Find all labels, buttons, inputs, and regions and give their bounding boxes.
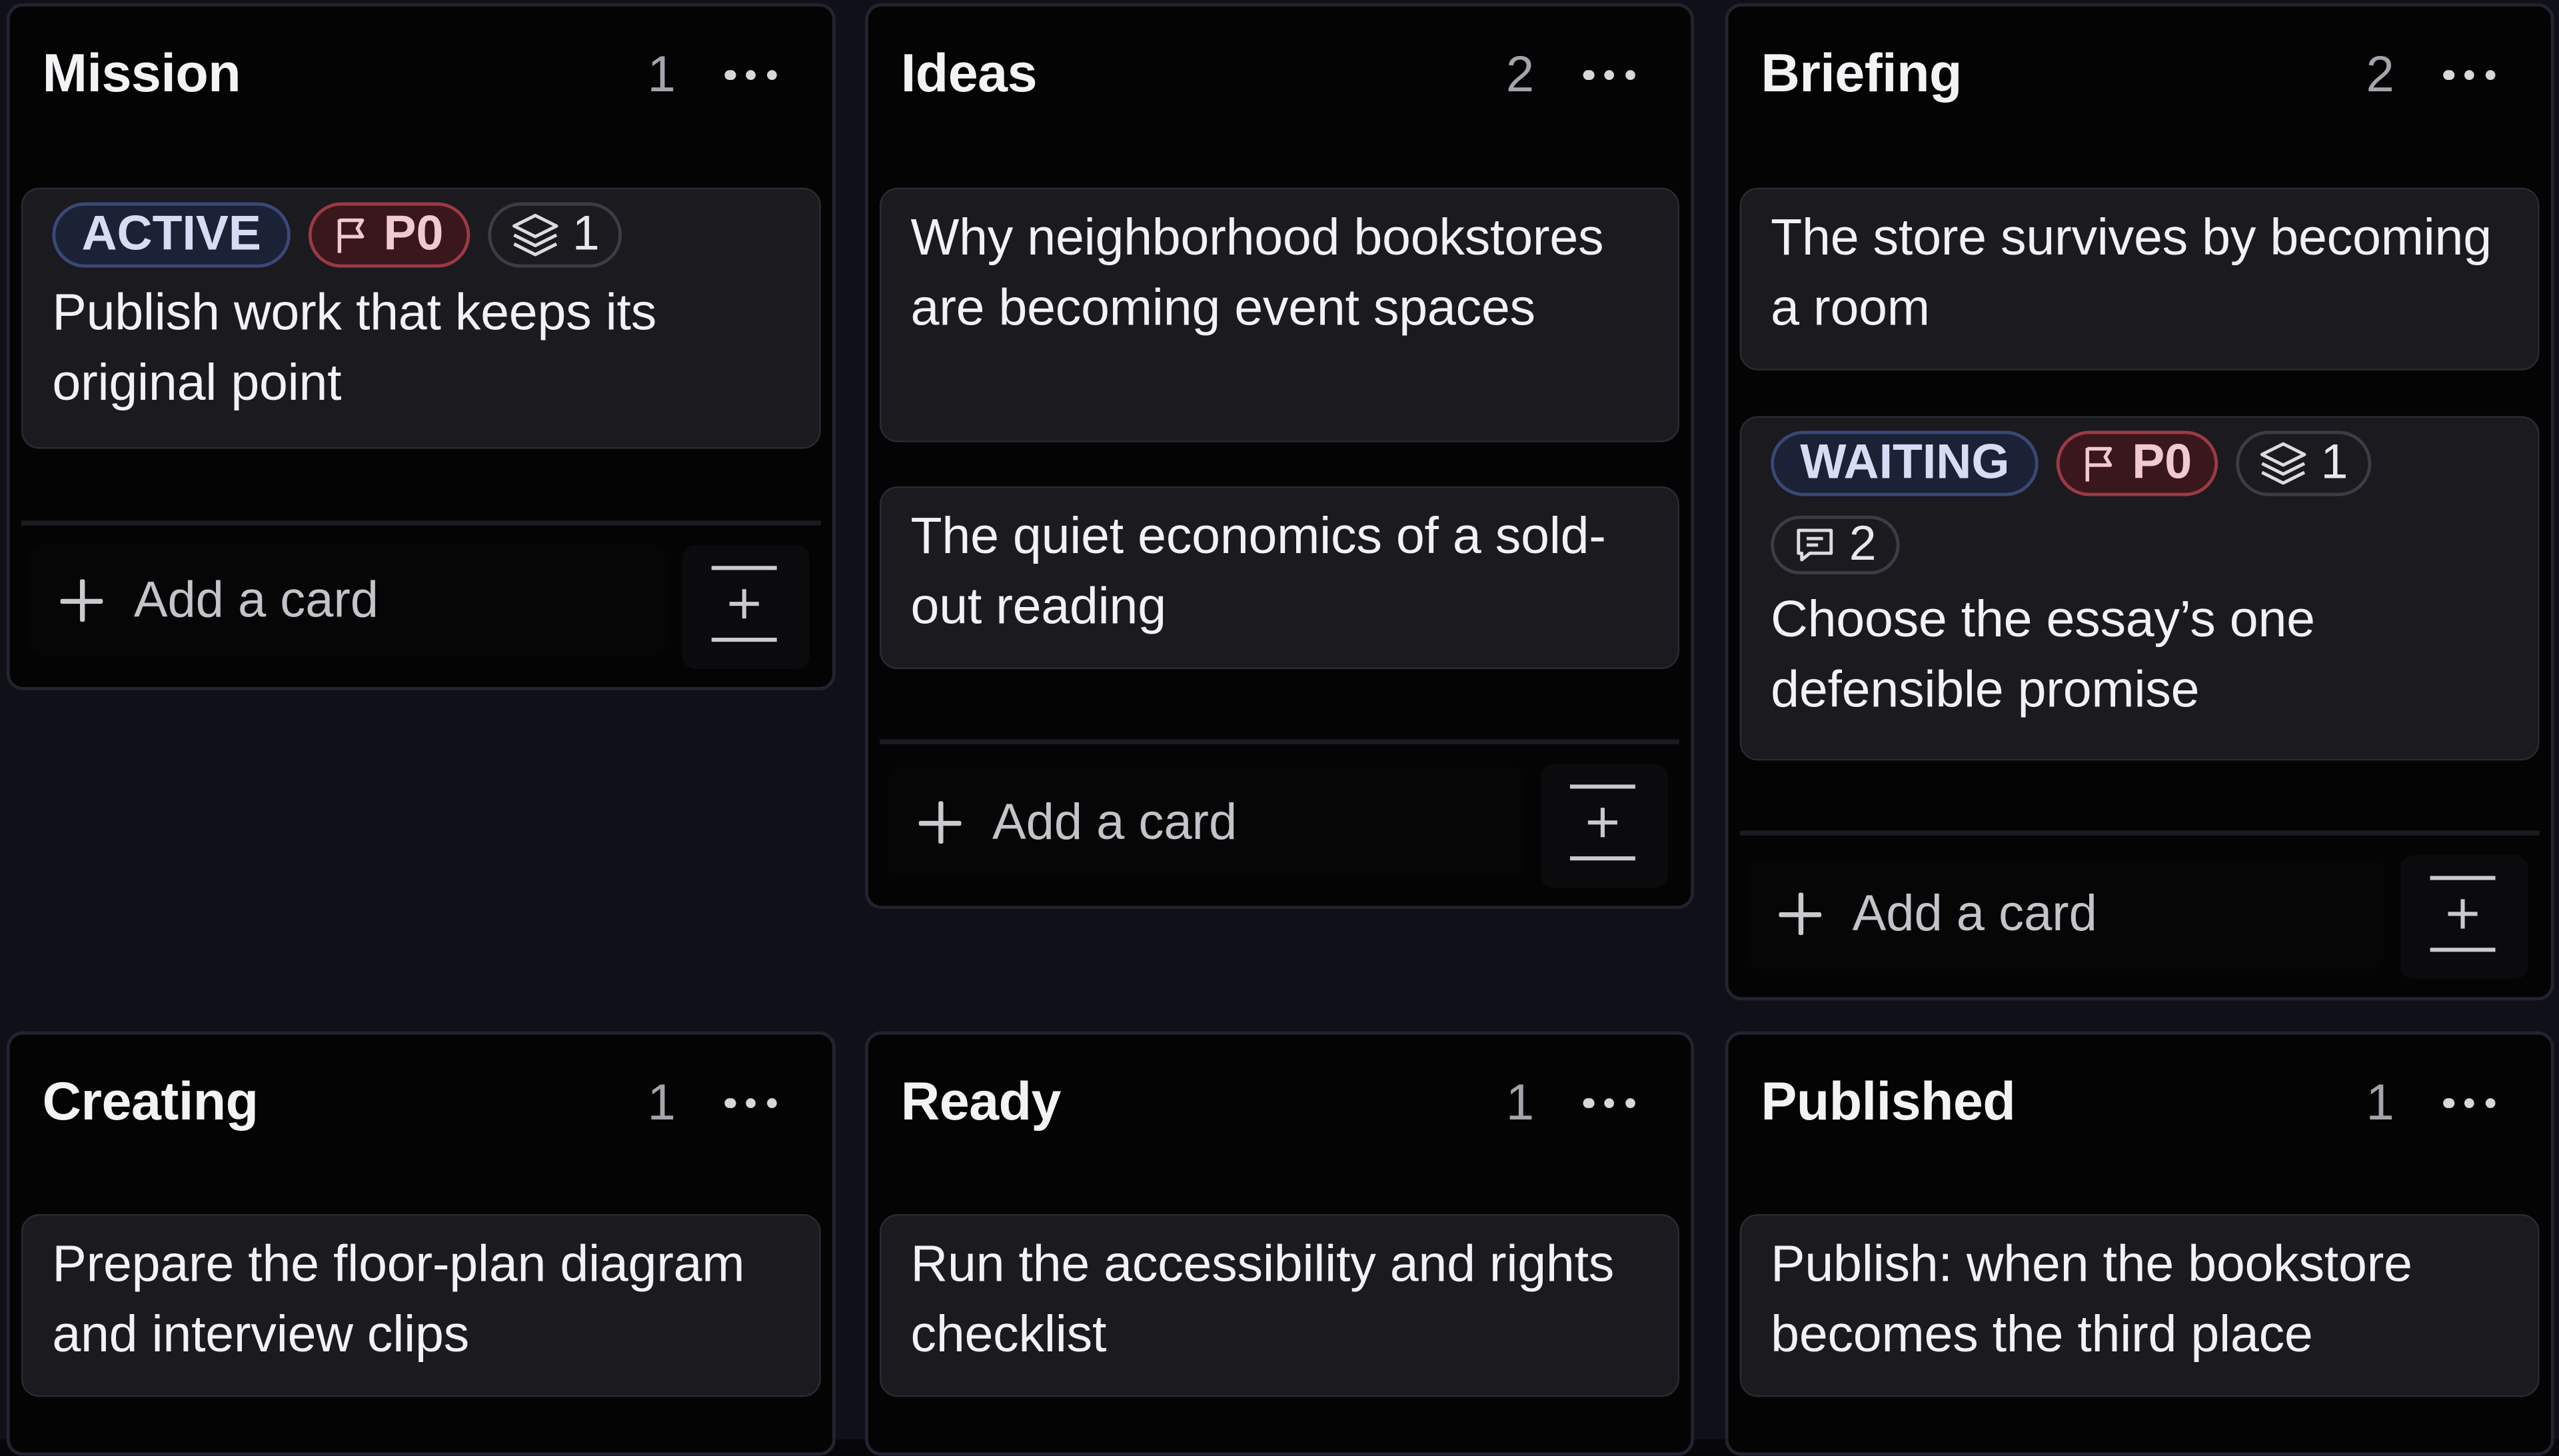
card-title: Publish: when the bookstore becomes the … — [1771, 1233, 2412, 1362]
card-count: 1 — [2366, 1074, 2394, 1131]
add-from-template-icon — [1569, 784, 1635, 861]
add-from-template-button[interactable] — [682, 544, 810, 670]
more-horizontal-icon[interactable] — [724, 1097, 777, 1110]
card[interactable]: Prepare the floor-plan diagram and inter… — [21, 1214, 821, 1397]
card-title: The store survives by becoming a room — [1771, 207, 2492, 336]
card-title: Why neighborhood bookstores are becoming… — [910, 207, 1604, 336]
priority-badge: P0 — [2057, 430, 2218, 496]
comment-icon — [1797, 528, 1833, 562]
column-creating: Creating 1 Prepare the floor-plan diagra… — [6, 1031, 836, 1456]
column-divider — [21, 520, 821, 526]
column-header: Published 1 — [1728, 1035, 2550, 1172]
card-badges: WAITING P0 1 2 — [1771, 428, 2508, 575]
priority-badge: P0 — [308, 202, 470, 268]
card[interactable]: Run the accessibility and rights checkli… — [880, 1214, 1680, 1397]
card-title: Publish work that keeps its original poi… — [52, 282, 657, 410]
column-header: Creating 1 — [10, 1035, 832, 1172]
add-card-label: Add a card — [133, 571, 379, 628]
column-header: Ready 1 — [868, 1035, 1691, 1172]
card[interactable]: ACTIVE P0 1 Publish work that keeps its … — [21, 187, 821, 449]
layers-icon — [512, 213, 558, 257]
add-card-label: Add a card — [992, 793, 1238, 850]
add-from-template-icon — [2430, 876, 2496, 952]
column-title: Briefing — [1761, 42, 1962, 103]
subtask-badge: 1 — [2236, 430, 2371, 496]
column-title: Ideas — [900, 42, 1038, 103]
column-briefing: Briefing 2 The store survives by becomin… — [1725, 3, 2554, 1001]
card[interactable]: The store survives by becoming a room — [1739, 187, 2540, 370]
add-from-template-icon — [711, 566, 777, 642]
subtask-count: 1 — [572, 207, 600, 261]
plus-icon — [1777, 891, 1823, 937]
more-horizontal-icon[interactable] — [1583, 1097, 1635, 1110]
column-title: Published — [1761, 1070, 2016, 1131]
add-card-button[interactable]: Add a card — [888, 767, 1525, 878]
add-card-button[interactable]: Add a card — [1747, 858, 2384, 970]
card-title: Choose the essay’s one defensible promis… — [1771, 589, 2315, 718]
card-title: Prepare the floor-plan diagram and inter… — [52, 1233, 745, 1362]
add-from-template-button[interactable] — [1540, 764, 1668, 888]
add-card-button[interactable]: Add a card — [29, 544, 666, 656]
subtask-badge: 1 — [487, 202, 623, 268]
add-card-label: Add a card — [1852, 884, 2097, 942]
card-count: 1 — [1505, 1074, 1535, 1131]
more-horizontal-icon[interactable] — [2443, 1097, 2496, 1110]
column-header: Ideas 2 — [868, 7, 1691, 144]
card-title: The quiet economics of a sold-out readin… — [910, 506, 1606, 634]
status-badge: ACTIVE — [52, 202, 291, 268]
plus-icon — [917, 800, 963, 846]
card-count: 2 — [2366, 45, 2394, 103]
column-header: Mission 1 — [10, 7, 832, 144]
column-title: Ready — [900, 1070, 1062, 1131]
more-horizontal-icon[interactable] — [1583, 69, 1635, 82]
add-from-template-button[interactable] — [2400, 855, 2528, 980]
subtask-count: 1 — [2320, 435, 2348, 490]
column-published: Published 1 Publish: when the bookstore … — [1725, 1031, 2554, 1456]
column-divider — [1739, 830, 2540, 836]
card[interactable]: The quiet economics of a sold-out readin… — [880, 486, 1680, 670]
card-title: Run the accessibility and rights checkli… — [910, 1233, 1615, 1362]
card[interactable]: Why neighborhood bookstores are becoming… — [880, 187, 1680, 442]
status-badge-label: WAITING — [1800, 435, 2010, 490]
kanban-board: Mission 1 ACTIVE P0 1 Publish work that … — [0, 0, 2559, 1456]
comment-count: 2 — [1849, 517, 1877, 572]
column-divider — [880, 739, 1680, 744]
card-count: 1 — [647, 45, 676, 103]
more-horizontal-icon[interactable] — [724, 69, 777, 82]
column-title: Creating — [42, 1070, 259, 1131]
status-badge-label: ACTIVE — [81, 207, 261, 261]
priority-badge-label: P0 — [383, 207, 444, 261]
priority-badge-label: P0 — [2132, 435, 2192, 490]
column-ready: Ready 1 Run the accessibility and rights… — [864, 1031, 1695, 1456]
column-ideas: Ideas 2 Why neighborhood bookstores are … — [864, 3, 1695, 910]
card[interactable]: WAITING P0 1 2 Choose the essay’s one de… — [1739, 416, 2540, 761]
card-count: 1 — [647, 1074, 676, 1131]
column-title: Mission — [42, 42, 241, 103]
card-badges: ACTIVE P0 1 — [52, 199, 790, 268]
column-mission: Mission 1 ACTIVE P0 1 Publish work that … — [6, 3, 836, 690]
flag-icon — [337, 218, 365, 253]
column-header: Briefing 2 — [1728, 7, 2550, 144]
more-horizontal-icon[interactable] — [2443, 69, 2496, 82]
plus-icon — [59, 578, 105, 624]
flag-icon — [2086, 446, 2113, 482]
card-count: 2 — [1505, 45, 1535, 103]
comment-badge: 2 — [1771, 515, 1899, 575]
layers-icon — [2260, 442, 2306, 485]
card[interactable]: Publish: when the bookstore becomes the … — [1739, 1214, 2540, 1397]
status-badge: WAITING — [1771, 430, 2039, 496]
